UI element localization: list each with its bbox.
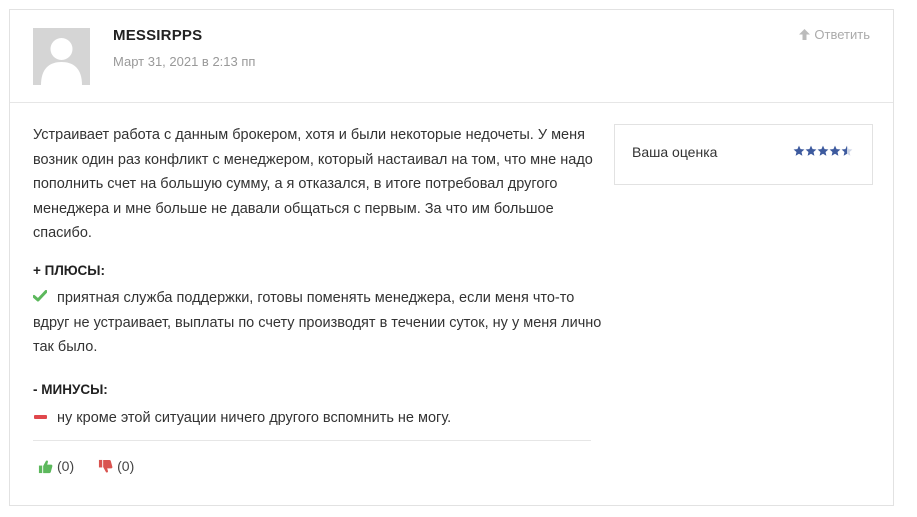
review-card: MESSIRPPS Март 31, 2021 в 2:13 пп Ответи… [9, 9, 894, 506]
thumbs-up-icon [38, 459, 53, 473]
author-name[interactable]: MESSIRPPS [113, 27, 202, 44]
pros-item: приятная служба поддержки, готовы поменя… [33, 286, 603, 360]
review-header: MESSIRPPS Март 31, 2021 в 2:13 пп Ответи… [10, 10, 893, 103]
star-icon[interactable] [805, 145, 817, 157]
dislike-count: (0) [117, 458, 135, 474]
cons-text: ну кроме этой ситуации ничего другого вс… [57, 410, 452, 427]
star-icon[interactable] [829, 145, 841, 157]
rating-label: Ваша оценка [632, 144, 718, 160]
star-icon[interactable] [817, 145, 829, 157]
rating-box: Ваша оценка [614, 124, 873, 185]
review-text: Устраивает работа с данным брокером, хот… [33, 127, 593, 241]
pros-title: + ПЛЮСЫ: [33, 263, 106, 278]
avatar [33, 28, 90, 85]
user-silhouette-icon [33, 28, 90, 85]
vote-bar: (0) (0) [38, 458, 158, 474]
checkmark-icon [33, 286, 57, 311]
star-icon[interactable] [841, 145, 853, 157]
dislike-button[interactable]: (0) [98, 458, 134, 474]
divider [33, 440, 591, 441]
reply-label: Ответить [814, 27, 870, 42]
arrow-up-icon [799, 29, 811, 40]
cons-title: - МИНУСЫ: [33, 382, 108, 397]
cons-item: ну кроме этой ситуации ничего другого вс… [33, 406, 603, 431]
like-button[interactable]: (0) [38, 458, 74, 474]
reply-button[interactable]: Ответить [798, 27, 870, 42]
star-icon[interactable] [793, 145, 805, 157]
pros-text: приятная служба поддержки, готовы поменя… [33, 290, 602, 356]
minus-icon [33, 406, 57, 431]
thumbs-down-icon [99, 459, 113, 473]
review-date: Март 31, 2021 в 2:13 пп [113, 54, 256, 69]
star-rating [793, 145, 853, 157]
like-count: (0) [57, 458, 75, 474]
